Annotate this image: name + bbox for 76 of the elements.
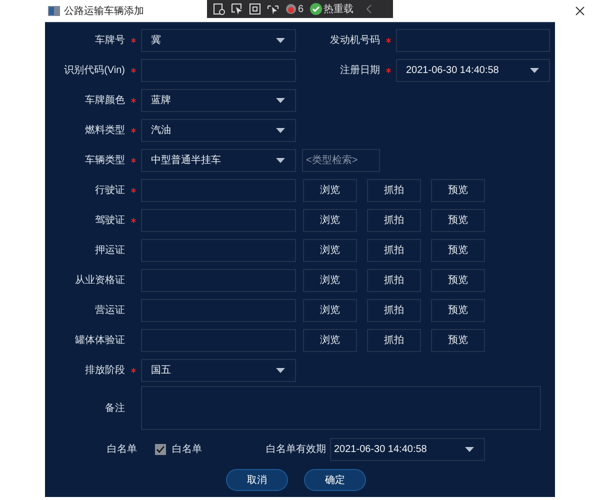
file-action-button[interactable]: 预览	[431, 268, 485, 292]
field-label: 识别代码(Vin)	[63, 64, 125, 78]
file-action-button[interactable]: 浏览	[303, 178, 357, 202]
dropdown-caret-icon	[276, 98, 285, 102]
file-action-button[interactable]: 浏览	[303, 238, 357, 262]
dropdown-caret-icon	[530, 68, 539, 72]
remark-field[interactable]	[141, 386, 541, 430]
close-icon	[575, 6, 585, 16]
check-circle-icon	[310, 3, 322, 15]
dropdown-field[interactable]: 2021-06-30 14:40:58	[330, 438, 485, 460]
file-path-field[interactable]	[141, 178, 296, 202]
field-label: 车辆类型	[84, 154, 125, 168]
file-action-button[interactable]: 预览	[431, 178, 485, 202]
file-action-button[interactable]: 预览	[431, 238, 485, 262]
file-action-button[interactable]: 预览	[431, 328, 485, 352]
error-count: 6	[298, 2, 304, 16]
dropdown-caret-icon	[276, 38, 285, 42]
adorner-icon[interactable]	[267, 3, 279, 15]
field-label: 排放阶段	[84, 364, 125, 378]
hot-reload-label[interactable]: 热重载	[324, 2, 354, 16]
field-label: 燃料类型	[84, 124, 125, 138]
frame-icon[interactable]	[249, 3, 261, 15]
error-badge-icon[interactable]	[285, 3, 297, 15]
file-action-button[interactable]: 抓拍	[367, 298, 421, 322]
field-label: 押运证	[94, 244, 125, 258]
file-path-field[interactable]	[141, 298, 296, 322]
dropdown-field[interactable]: 2021-06-30 14:40:58	[396, 58, 550, 82]
dropdown-caret-icon	[465, 446, 474, 452]
dropdown-field[interactable]: 中型普通半挂车	[141, 148, 296, 172]
field-label: 从业资格证	[74, 274, 125, 288]
text-field[interactable]	[141, 58, 296, 82]
field-label: 白名单	[106, 442, 137, 456]
dropdown-caret-icon	[276, 128, 285, 132]
file-action-button[interactable]: 预览	[431, 208, 485, 232]
file-path-field[interactable]	[141, 208, 296, 232]
field-label: 车牌号	[94, 34, 125, 48]
file-action-button[interactable]: 浏览	[303, 208, 357, 232]
dropdown-caret-icon	[276, 158, 285, 162]
dropdown-field[interactable]: 汽油	[141, 118, 296, 142]
file-action-button[interactable]: 抓拍	[367, 178, 421, 202]
action-button[interactable]: 取消	[226, 469, 288, 491]
dropdown-field[interactable]: 国五	[141, 358, 296, 382]
file-path-field[interactable]	[141, 268, 296, 292]
dropdown-caret-icon	[276, 368, 285, 372]
field-label: 白名单有效期	[266, 442, 326, 456]
field-label: 车牌颜色	[84, 94, 125, 108]
text-field[interactable]	[396, 28, 550, 52]
file-action-button[interactable]: 抓拍	[367, 328, 421, 352]
action-button[interactable]: 确定	[304, 469, 366, 491]
file-action-button[interactable]: 浏览	[303, 328, 357, 352]
field-label: 行驶证	[94, 184, 125, 198]
window-icon	[48, 6, 60, 16]
field-label: 罐体体验证	[74, 334, 125, 348]
field-label: 备注	[104, 402, 125, 416]
field-label: 发动机号码	[329, 34, 380, 48]
dropdown-field[interactable]: 冀	[141, 28, 296, 52]
file-action-button[interactable]: 抓拍	[367, 268, 421, 292]
visual-tree-icon[interactable]	[213, 3, 225, 15]
search-field[interactable]: <类型检索>	[302, 148, 380, 172]
checkbox-label: 白名单	[172, 442, 202, 456]
collapse-icon[interactable]	[366, 4, 372, 14]
field-label: 营运证	[94, 304, 125, 318]
field-label: 驾驶证	[94, 214, 125, 228]
dropdown-field[interactable]: 蓝牌	[141, 88, 296, 112]
window-title: 公路运输车辆添加	[64, 4, 144, 18]
file-action-button[interactable]: 浏览	[303, 268, 357, 292]
whitelist-checkbox[interactable]	[155, 444, 166, 454]
file-action-button[interactable]: 浏览	[303, 298, 357, 322]
file-action-button[interactable]: 抓拍	[367, 208, 421, 232]
file-path-field[interactable]	[141, 328, 296, 352]
file-action-button[interactable]: 预览	[431, 298, 485, 322]
field-label: 注册日期	[339, 64, 380, 78]
file-path-field[interactable]	[141, 238, 296, 262]
pointer-select-icon[interactable]	[231, 3, 243, 15]
check-icon	[156, 444, 165, 454]
file-action-button[interactable]: 抓拍	[367, 238, 421, 262]
